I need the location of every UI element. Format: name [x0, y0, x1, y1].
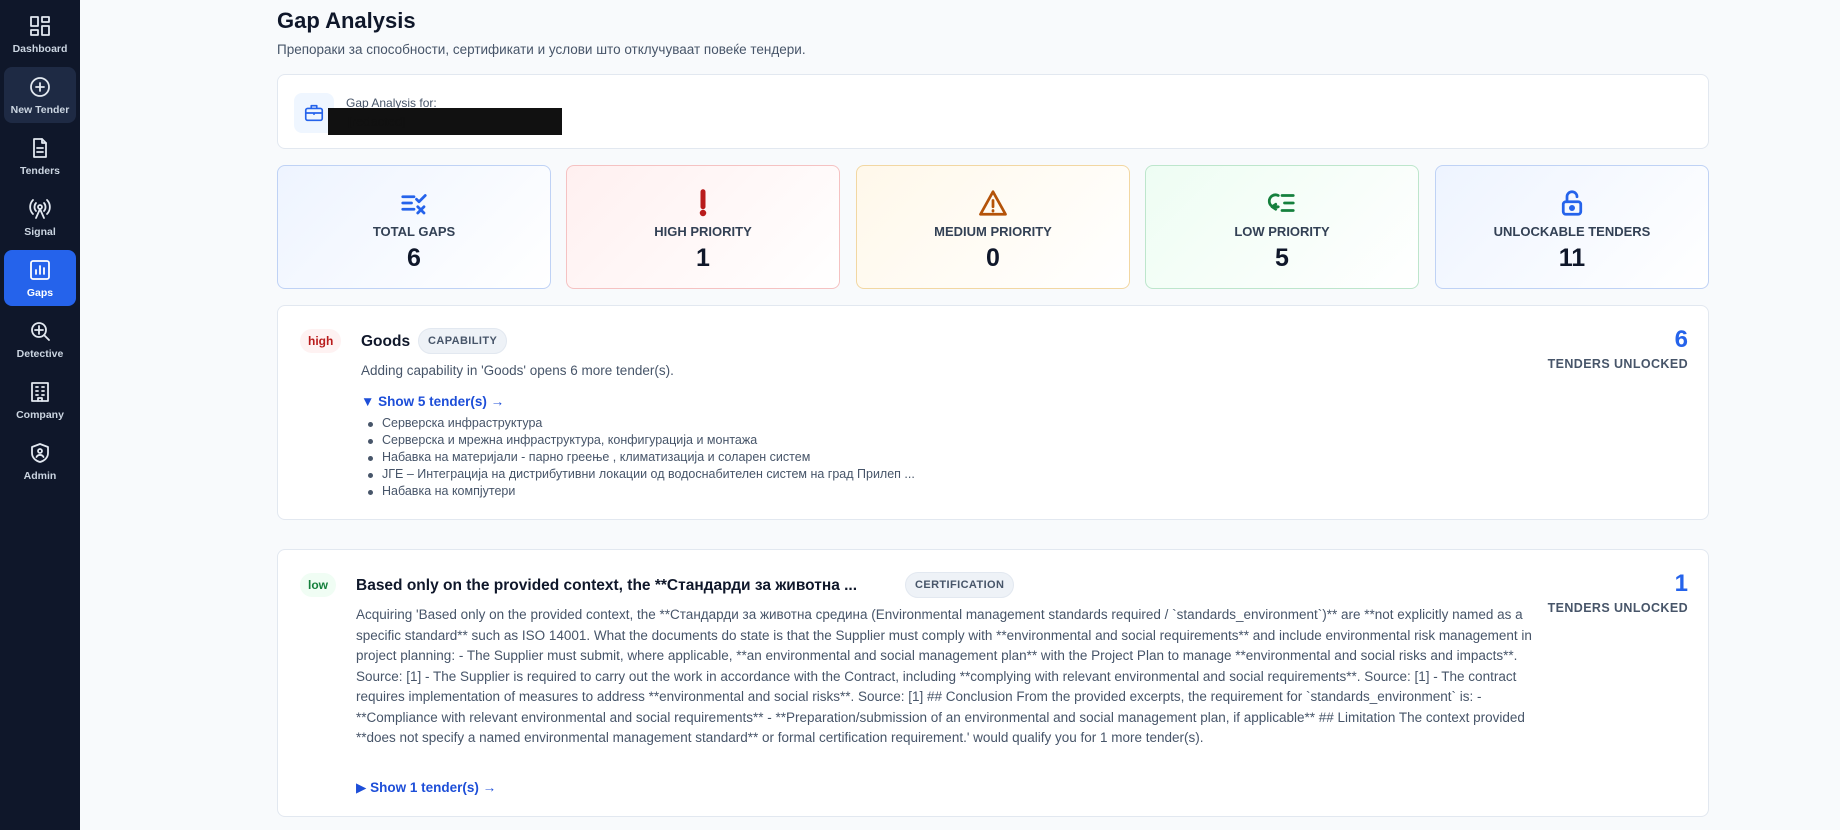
- gap-type-badge: CAPABILITY: [418, 328, 508, 354]
- building-icon: [31, 381, 49, 402]
- gap-description: Acquiring 'Based only on the provided co…: [356, 607, 1532, 745]
- exclamation-icon: [699, 189, 707, 217]
- sidebar-item-label: New Tender: [10, 103, 70, 116]
- tenders-unlocked-count: 6: [1674, 326, 1688, 353]
- page-subtitle: Препораки за способности, сертификати и …: [277, 42, 806, 57]
- stat-value: 11: [1558, 244, 1586, 272]
- priority-badge: high: [300, 329, 342, 353]
- stat-value: 5: [1275, 244, 1289, 272]
- stat-unlockable-tenders: UNLOCKABLE TENDERS 11: [1435, 165, 1709, 289]
- stat-label: HIGH PRIORITY: [654, 224, 752, 239]
- shield-user-icon: [31, 442, 49, 463]
- gap-card: low Based only on the provided context, …: [277, 549, 1709, 817]
- sidebar-item-admin[interactable]: Admin: [4, 433, 76, 489]
- stat-medium-priority: MEDIUM PRIORITY 0: [856, 165, 1130, 289]
- stat-value: 6: [407, 244, 421, 272]
- sidebar-item-detective[interactable]: Detective: [4, 311, 76, 367]
- tender-list-item[interactable]: Серверска и мрежна инфраструктура, конфи…: [368, 432, 915, 449]
- sidebar-item-label: Tenders: [19, 164, 61, 177]
- sidebar-item-label: Dashboard: [12, 42, 68, 55]
- tender-list-item[interactable]: Серверска инфраструктура: [368, 415, 915, 432]
- gap-type-badge: CERTIFICATION: [905, 572, 1015, 598]
- sidebar-item-label: Signal: [24, 225, 56, 238]
- signal-icon: [29, 198, 51, 219]
- tenders-unlocked-label: TENDERS UNLOCKED: [1547, 601, 1688, 615]
- stat-low-priority: LOW PRIORITY 5: [1145, 165, 1419, 289]
- list-arrow-icon: [1267, 193, 1295, 212]
- sidebar-item-tenders[interactable]: Tenders: [4, 128, 76, 184]
- document-icon: [33, 137, 47, 158]
- sidebar-item-label: Gaps: [26, 286, 54, 299]
- sidebar-item-label: Admin: [23, 469, 57, 482]
- gap-title: Based only on the provided context, the …: [356, 577, 858, 594]
- tenders-unlocked-count: 1: [1674, 570, 1688, 597]
- sidebar-item-dashboard[interactable]: Dashboard: [4, 6, 76, 62]
- tender-list-item[interactable]: Набавка на компјутери: [368, 483, 915, 500]
- tender-list-item[interactable]: ЈГЕ – Интеграција на дистрибутивни локац…: [368, 466, 915, 483]
- sidebar-item-new-tender[interactable]: New Tender: [4, 67, 76, 123]
- priority-badge: low: [300, 573, 336, 597]
- show-tenders-toggle[interactable]: ▼ Show 5 tender(s) →: [361, 394, 504, 409]
- unlock-icon: [1561, 190, 1583, 216]
- stat-label: TOTAL GAPS: [372, 224, 456, 239]
- show-tenders-toggle[interactable]: ▶ Show 1 tender(s) →: [356, 780, 496, 796]
- stat-high-priority: HIGH PRIORITY 1: [566, 165, 840, 289]
- warning-icon: [979, 190, 1007, 216]
- stat-total-gaps: TOTAL GAPS 6: [277, 165, 551, 289]
- stat-label: MEDIUM PRIORITY: [934, 224, 1052, 239]
- sidebar: Dashboard New Tender Tenders Signal Gaps…: [0, 0, 80, 830]
- gap-description: Adding capability in 'Goods' opens 6 mor…: [361, 363, 674, 378]
- sidebar-item-label: Company: [16, 408, 64, 421]
- sidebar-item-gaps[interactable]: Gaps: [4, 250, 76, 306]
- gap-title: Goods: [361, 333, 411, 350]
- stat-label: UNLOCKABLE TENDERS: [1493, 224, 1651, 239]
- sidebar-item-company[interactable]: Company: [4, 372, 76, 428]
- chart-icon: [30, 259, 50, 280]
- sidebar-item-signal[interactable]: Signal: [4, 189, 76, 245]
- company-name-redacted: [redacted]: [328, 108, 562, 135]
- list-check-icon: [401, 194, 427, 215]
- tender-list: Серверска инфраструктура Серверска и мре…: [368, 415, 915, 500]
- sidebar-item-label: Detective: [16, 347, 64, 360]
- tender-list-item[interactable]: Набавка на материјали - парно греење , к…: [368, 449, 915, 466]
- detective-icon: [31, 321, 50, 341]
- dashboard-icon: [30, 15, 50, 36]
- stat-value: 0: [986, 244, 1000, 272]
- stat-value: 1: [696, 244, 710, 272]
- company-card: Gap Analysis for: [redacted]: [277, 74, 1709, 149]
- gap-card: high Goods CAPABILITY Adding capability …: [277, 305, 1709, 520]
- page-title: Gap Analysis: [277, 8, 416, 33]
- stat-label: LOW PRIORITY: [1234, 224, 1330, 239]
- plus-circle-icon: [30, 76, 50, 97]
- tenders-unlocked-label: TENDERS UNLOCKED: [1547, 357, 1688, 371]
